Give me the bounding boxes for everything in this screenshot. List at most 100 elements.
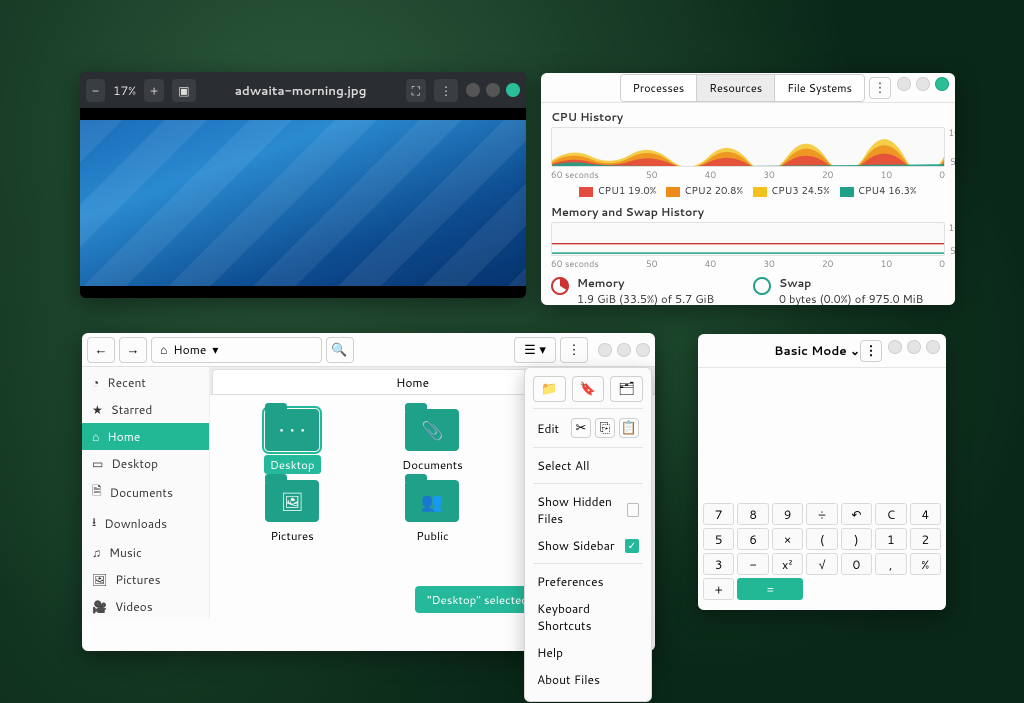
folder-documents[interactable]: 📎Documents bbox=[366, 409, 498, 474]
maximize-button[interactable] bbox=[617, 343, 631, 357]
mem-history-title: Memory and Swap History bbox=[551, 204, 945, 220]
sidebar-item-starred[interactable]: ★Starred bbox=[82, 396, 209, 423]
viewer-menu-button[interactable]: ⋮ bbox=[434, 79, 458, 102]
zoom-fit-button[interactable]: ▣ bbox=[172, 79, 195, 102]
folder-pictures[interactable]: 🖼Pictures bbox=[226, 480, 358, 545]
preferences-item[interactable]: Preferences bbox=[533, 568, 643, 595]
calc-key-,[interactable]: , bbox=[875, 553, 906, 575]
files-menu-button[interactable]: ⋮ bbox=[560, 337, 588, 363]
calc-mode-button[interactable]: Basic Mode ⌄ bbox=[774, 342, 860, 359]
help-item[interactable]: Help bbox=[533, 639, 643, 666]
calc-key-)[interactable]: ) bbox=[841, 528, 872, 550]
minimize-button[interactable] bbox=[466, 83, 480, 97]
tab-processes[interactable]: Processes bbox=[621, 75, 698, 101]
calc-key-÷[interactable]: ÷ bbox=[806, 503, 837, 525]
maximize-button[interactable] bbox=[907, 340, 921, 354]
desktop-icon: ▭ bbox=[92, 455, 103, 472]
sidebar-item-pictures[interactable]: 🖼Pictures bbox=[82, 566, 209, 593]
minimize-button[interactable] bbox=[598, 343, 612, 357]
mem-graph: 100 % 50 % bbox=[551, 222, 945, 256]
sidebar-item-videos[interactable]: 🎥Videos bbox=[82, 593, 209, 619]
sidebar-item-desktop[interactable]: ▭Desktop bbox=[82, 450, 209, 477]
calc-key-3[interactable]: 3 bbox=[703, 553, 734, 575]
sidebar-item-music[interactable]: ♫Music bbox=[82, 539, 209, 566]
calc-key-√[interactable]: √ bbox=[806, 553, 837, 575]
monitor-menu-button[interactable]: ⋮ bbox=[869, 77, 891, 99]
bookmark-button[interactable]: 🔖 bbox=[572, 376, 605, 402]
calc-key-5[interactable]: 5 bbox=[703, 528, 734, 550]
calc-key-0[interactable]: 0 bbox=[841, 553, 872, 575]
zoom-in-button[interactable]: + bbox=[144, 79, 164, 102]
calc-key-9[interactable]: 9 bbox=[772, 503, 803, 525]
files-sidebar: ◔Recent★Starred⌂Home▭Desktop🗎Documents⭳D… bbox=[82, 367, 210, 619]
calc-key-+[interactable]: + bbox=[703, 578, 734, 600]
checkbox-checked-icon[interactable]: ✓ bbox=[625, 539, 639, 553]
maximize-button[interactable] bbox=[486, 83, 500, 97]
copy-button[interactable]: ⎘ bbox=[595, 418, 615, 438]
close-button[interactable] bbox=[926, 340, 940, 354]
cpu-graph: 100 % 50 % bbox=[551, 127, 945, 167]
fullscreen-button[interactable]: ⛶ bbox=[406, 79, 426, 102]
calc-key-2[interactable]: 2 bbox=[910, 528, 941, 550]
calc-key-4[interactable]: 4 bbox=[910, 503, 941, 525]
monitor-tab-switcher: Processes Resources File Systems bbox=[620, 74, 865, 102]
folder-icon: 🖼 bbox=[265, 480, 319, 522]
calc-key-−[interactable]: − bbox=[737, 553, 768, 575]
calc-key-↶[interactable]: ↶ bbox=[841, 503, 872, 525]
close-button[interactable] bbox=[636, 343, 650, 357]
monitor-body: CPU History 100 % 50 % 60 seconds5040302… bbox=[541, 103, 955, 305]
calc-key-C[interactable]: C bbox=[875, 503, 906, 525]
calc-key-6[interactable]: 6 bbox=[737, 528, 768, 550]
folder-desktop[interactable]: • • •Desktop bbox=[226, 409, 358, 474]
paste-button[interactable]: 📋 bbox=[619, 418, 639, 438]
path-bar[interactable]: ⌂ Home ▾ bbox=[151, 337, 322, 363]
path-label: Home bbox=[173, 341, 206, 358]
search-button[interactable]: 🔍 bbox=[326, 337, 354, 363]
maximize-button[interactable] bbox=[916, 77, 930, 91]
shortcuts-item[interactable]: Keyboard Shortcuts bbox=[533, 595, 643, 639]
sidebar-item-documents[interactable]: 🗎Documents bbox=[82, 477, 209, 508]
cut-button[interactable]: ✂ bbox=[571, 418, 591, 438]
files-toolbar: ← → ⌂ Home ▾ 🔍 ☰ ▾ ⋮ bbox=[82, 333, 655, 367]
pictures-icon: 🖼 bbox=[92, 571, 107, 588]
minimize-button[interactable] bbox=[897, 77, 911, 91]
show-hidden-item[interactable]: Show Hidden Files bbox=[533, 488, 643, 532]
calc-key-x²[interactable]: x² bbox=[772, 553, 803, 575]
zoom-out-button[interactable]: − bbox=[86, 79, 105, 102]
close-button[interactable] bbox=[935, 77, 949, 91]
calc-key-8[interactable]: 8 bbox=[737, 503, 768, 525]
mem-x-axis: 60 seconds50403020100 bbox=[551, 256, 945, 271]
folder-public[interactable]: 👥Public bbox=[366, 480, 498, 545]
calc-key-=[interactable]: = bbox=[737, 578, 803, 600]
new-tab-button[interactable]: 🗂 bbox=[610, 376, 643, 402]
calc-key-%[interactable]: % bbox=[910, 553, 941, 575]
calc-key-([interactable]: ( bbox=[806, 528, 837, 550]
sidebar-item-recent[interactable]: ◔Recent bbox=[82, 369, 209, 396]
system-monitor-window: Processes Resources File Systems ⋮ CPU H… bbox=[541, 73, 955, 305]
calc-key-1[interactable]: 1 bbox=[875, 528, 906, 550]
home-icon: ⌂ bbox=[160, 341, 167, 358]
tab-filesystems[interactable]: File Systems bbox=[775, 75, 864, 101]
edit-row: Edit ✂ ⎘ 📋 bbox=[533, 413, 643, 443]
minimize-button[interactable] bbox=[888, 340, 902, 354]
memory-pie-icon bbox=[551, 277, 569, 295]
show-sidebar-item[interactable]: Show Sidebar✓ bbox=[533, 532, 643, 559]
files-popover-menu: 📁 🔖 🗂 Edit ✂ ⎘ 📋 Select All Show Hidden … bbox=[524, 367, 652, 702]
close-button[interactable] bbox=[506, 83, 520, 97]
back-button[interactable]: ← bbox=[87, 337, 115, 363]
forward-button[interactable]: → bbox=[119, 337, 147, 363]
select-all-item[interactable]: Select All bbox=[533, 452, 643, 479]
checkbox-icon[interactable] bbox=[627, 503, 639, 517]
about-item[interactable]: About Files bbox=[533, 666, 643, 693]
videos-icon: 🎥 bbox=[92, 598, 107, 615]
new-folder-button[interactable]: 📁 bbox=[533, 376, 566, 402]
sidebar-item-home[interactable]: ⌂Home bbox=[82, 423, 209, 450]
starred-icon: ★ bbox=[92, 401, 103, 418]
sidebar-item-downloads[interactable]: ⭳Downloads bbox=[82, 508, 209, 539]
calc-menu-button[interactable]: ⋮ bbox=[860, 340, 882, 362]
calc-key-×[interactable]: × bbox=[772, 528, 803, 550]
calc-key-7[interactable]: 7 bbox=[703, 503, 734, 525]
tab-resources[interactable]: Resources bbox=[697, 75, 775, 101]
folder-icon: 👥 bbox=[405, 480, 459, 522]
view-switcher-button[interactable]: ☰ ▾ bbox=[514, 337, 556, 363]
